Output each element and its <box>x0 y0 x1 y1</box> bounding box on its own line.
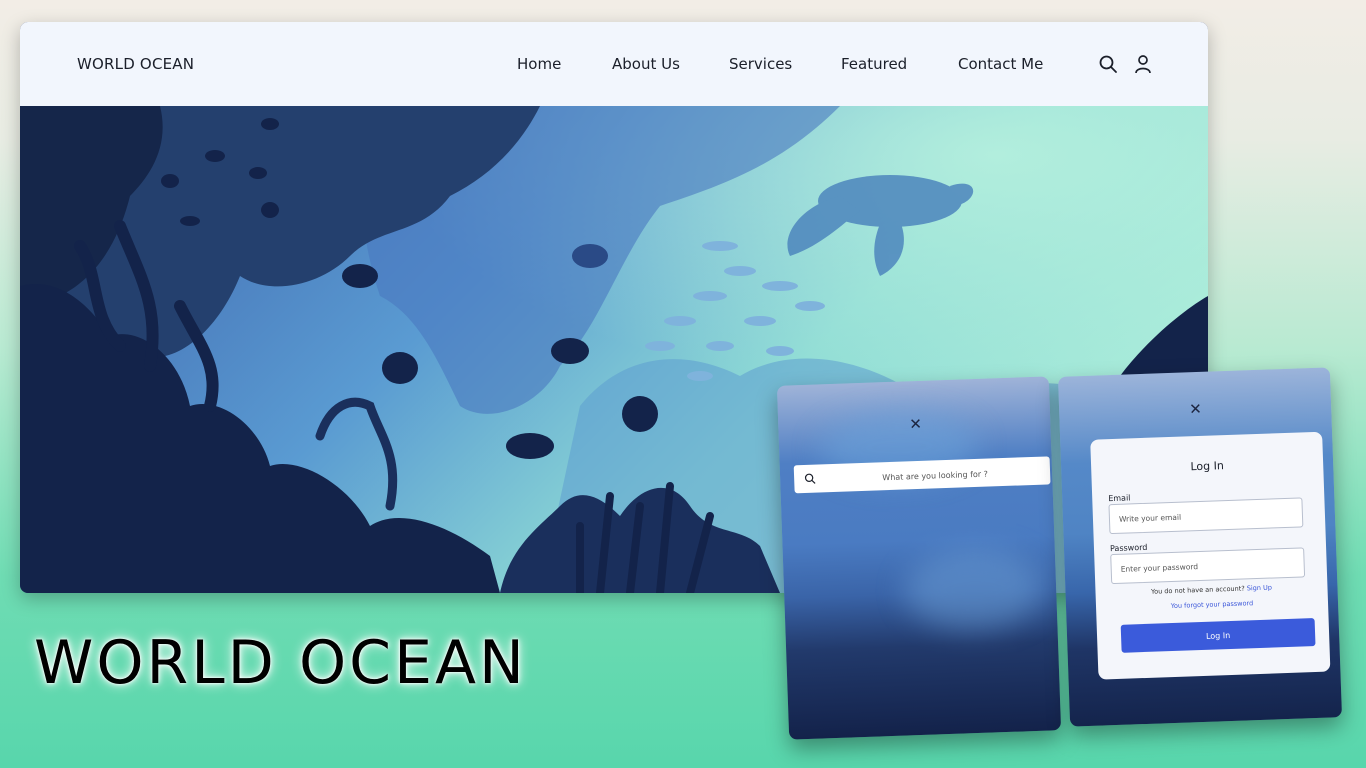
big-title: WORLD OCEAN <box>34 628 527 698</box>
close-icon[interactable]: ✕ <box>1189 400 1202 418</box>
nav-about-us[interactable]: About Us <box>612 55 680 73</box>
signup-line: You do not have an account? Sign Up <box>1095 582 1327 598</box>
password-field[interactable] <box>1110 547 1306 585</box>
forgot-password-link[interactable]: You forgot your password <box>1171 599 1254 610</box>
forgot-password-line: You forgot your password <box>1096 597 1328 613</box>
password-label: Password <box>1109 542 1148 554</box>
search-icon[interactable] <box>1098 54 1118 74</box>
nav-services[interactable]: Services <box>729 55 792 73</box>
search-modal: ✕ <box>776 376 1062 740</box>
email-label: Email <box>1108 493 1131 504</box>
site-logo[interactable]: WORLD OCEAN <box>77 55 194 73</box>
search-input[interactable] <box>823 460 1047 491</box>
email-field[interactable] <box>1108 497 1304 535</box>
search-icon <box>804 473 816 484</box>
user-icon[interactable] <box>1133 54 1153 74</box>
nav-contact-me[interactable]: Contact Me <box>958 55 1043 73</box>
login-title: Log In <box>1190 459 1225 474</box>
nav-home[interactable]: Home <box>517 55 561 73</box>
login-button[interactable]: Log In <box>1120 618 1316 653</box>
nav-featured[interactable]: Featured <box>841 55 907 73</box>
login-card: Log In Email Password You do not have an… <box>1090 431 1331 680</box>
navbar: WORLD OCEAN Home About Us Services Featu… <box>20 22 1208 106</box>
signup-link[interactable]: Sign Up <box>1247 584 1272 593</box>
login-modal: ✕ Log In Email Password You do not have … <box>1057 367 1343 727</box>
signup-prompt: You do not have an account? <box>1150 584 1245 596</box>
blur-decoration <box>902 546 1046 632</box>
close-icon[interactable]: ✕ <box>909 415 922 433</box>
